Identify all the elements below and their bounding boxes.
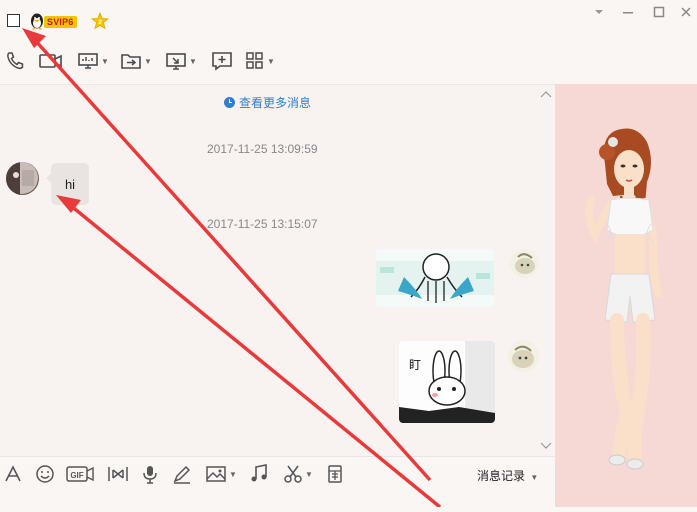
gif-icon: GIF — [66, 466, 94, 482]
show-avatar-panel — [555, 84, 697, 507]
emoji-button[interactable] — [35, 462, 55, 486]
scroll-down-icon[interactable] — [540, 441, 552, 451]
view-more-messages-label: 查看更多消息 — [239, 96, 312, 110]
video-call-icon — [39, 54, 62, 68]
message-bubble[interactable]: hi — [46, 163, 89, 205]
message-timestamp: 2017-11-25 13:15:07 — [207, 217, 318, 231]
new-chat-button[interactable] — [211, 46, 233, 76]
font-icon — [5, 465, 21, 482]
emoji-icon — [36, 465, 54, 483]
scissors-icon — [284, 465, 302, 483]
message-history-label: 消息记录 — [477, 469, 526, 483]
doodle-button[interactable] — [172, 462, 192, 486]
sticker-image[interactable]: 盯 — [399, 341, 495, 423]
avatar-figure-image — [584, 128, 663, 470]
screen-share-icon — [78, 53, 98, 69]
minimize-icon[interactable] — [617, 3, 639, 21]
apps-icon — [246, 52, 263, 69]
doodle-icon — [173, 465, 191, 484]
screenshot-icon — [108, 467, 128, 481]
phone-call-button[interactable] — [5, 46, 25, 76]
red-packet-icon — [328, 465, 342, 483]
my-avatar[interactable] — [507, 340, 539, 372]
checkbox-icon[interactable] — [7, 14, 20, 27]
file-transfer-icon — [121, 54, 141, 69]
sticker-text: 盯 — [409, 358, 421, 372]
message-text: hi — [64, 176, 76, 192]
gif-label: GIF — [70, 471, 83, 480]
phone-icon — [7, 52, 24, 70]
image-icon — [206, 466, 226, 482]
scissors-button[interactable]: ▼ — [283, 462, 313, 486]
qq-penguin-icon — [31, 13, 43, 30]
svip-badge[interactable]: SVIP6 — [44, 16, 77, 28]
remote-desktop-button[interactable]: ▼ — [165, 46, 197, 76]
voice-button[interactable] — [141, 462, 159, 486]
remote-desktop-icon — [166, 53, 186, 70]
contact-avatar[interactable] — [6, 162, 39, 195]
view-more-messages-link[interactable]: 查看更多消息 — [224, 94, 311, 111]
close-icon[interactable] — [675, 3, 697, 21]
red-packet-button[interactable] — [326, 462, 344, 486]
my-avatar[interactable] — [510, 249, 539, 278]
screen-share-button[interactable]: ▼ — [77, 46, 109, 76]
sticker-image[interactable] — [376, 249, 494, 307]
star-badge-icon[interactable]: 2 — [91, 12, 109, 30]
maximize-icon[interactable] — [648, 3, 670, 21]
music-button[interactable] — [249, 462, 269, 486]
gif-button[interactable]: GIF — [66, 462, 94, 486]
title-bar: SVIP6 2 — [0, 0, 697, 40]
image-button[interactable]: ▼ — [205, 462, 237, 486]
scroll-up-icon[interactable] — [540, 89, 552, 99]
input-toolbar: GIF ▼ ▼ 消息记录 ▼ — [0, 456, 555, 493]
screenshot-button[interactable] — [106, 462, 130, 486]
message-history-button[interactable]: 消息记录 ▼ — [477, 467, 538, 484]
voice-icon — [143, 466, 157, 484]
apps-button[interactable]: ▼ — [245, 46, 275, 76]
new-chat-icon — [212, 52, 232, 71]
message-timestamp: 2017-11-25 13:09:59 — [207, 142, 318, 156]
music-icon — [251, 464, 267, 482]
font-button[interactable] — [4, 462, 22, 486]
clock-icon — [224, 97, 235, 108]
dropdown-icon[interactable] — [588, 3, 610, 21]
file-transfer-button[interactable]: ▼ — [120, 46, 152, 76]
chat-toolbar: ▼ ▼ ▼ ▼ — [0, 46, 555, 76]
video-call-button[interactable] — [38, 46, 64, 76]
chat-message-area[interactable]: 查看更多消息 2017-11-25 13:09:59 hi 2017-11-25… — [0, 84, 555, 456]
